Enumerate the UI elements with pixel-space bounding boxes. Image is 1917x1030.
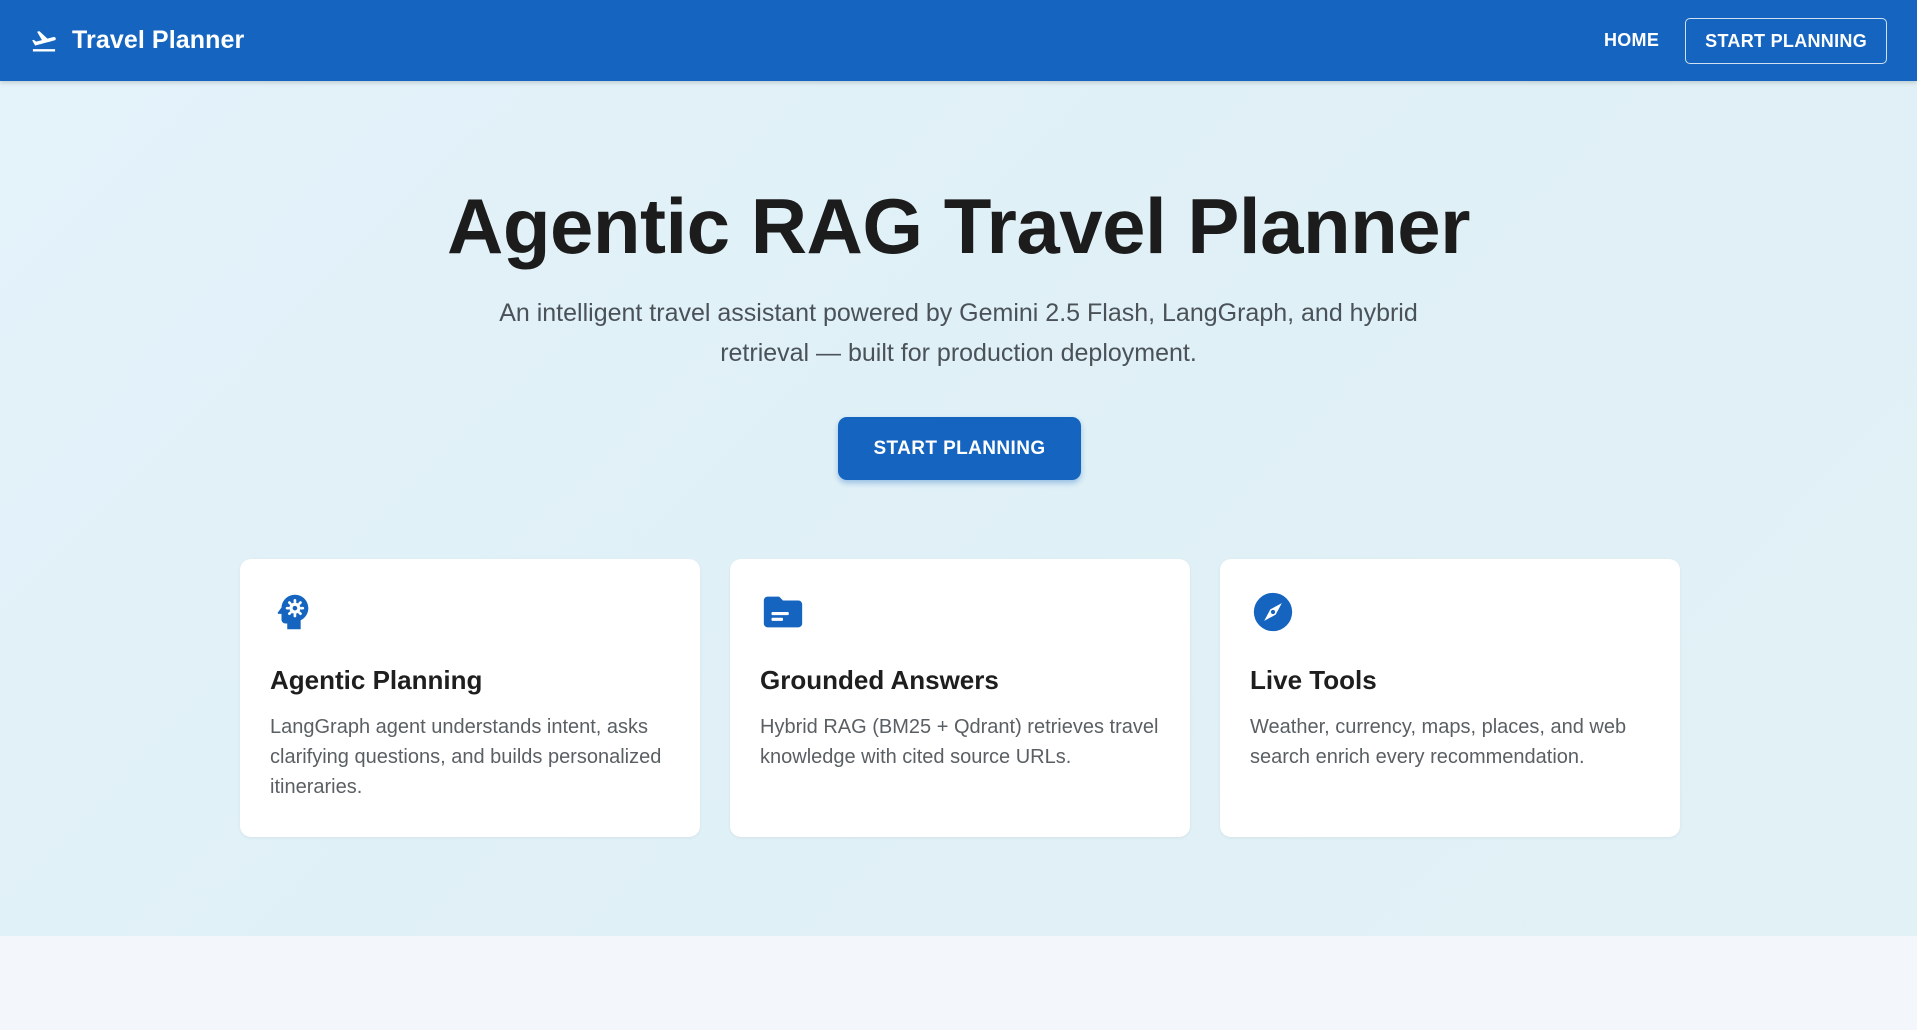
psychology-icon xyxy=(277,594,309,630)
card-description: Weather, currency, maps, places, and web… xyxy=(1250,716,1627,768)
folder-icon xyxy=(763,596,803,628)
start-planning-button[interactable]: START PLANNING xyxy=(838,417,1081,480)
nav-home-button[interactable]: HOME xyxy=(1592,20,1671,61)
app-bar: Travel Planner HOME START PLANNING xyxy=(0,0,1917,81)
feature-card-agentic-planning: Agentic Planning LangGraph agent underst… xyxy=(240,559,700,837)
card-title: Grounded Answers xyxy=(760,665,999,695)
top-nav: HOME START PLANNING xyxy=(1592,17,1887,64)
brand-link[interactable]: Travel Planner xyxy=(30,26,244,55)
hero-section: Agentic RAG Travel Planner An intelligen… xyxy=(0,81,1917,936)
compass-icon xyxy=(1253,592,1293,632)
feature-card-grounded-answers: Grounded Answers Hybrid RAG (BM25 + Qdra… xyxy=(730,559,1190,837)
hero-subtitle: An intelligent travel assistant powered … xyxy=(499,299,1418,367)
app-title: Travel Planner xyxy=(72,26,245,54)
card-description: LangGraph agent understands intent, asks… xyxy=(270,716,662,798)
card-description: Hybrid RAG (BM25 + Qdrant) retrieves tra… xyxy=(760,716,1159,768)
hero-title: Agentic RAG Travel Planner xyxy=(447,182,1470,270)
flight-takeoff-icon xyxy=(32,30,56,51)
feature-cards: Agentic Planning LangGraph agent underst… xyxy=(240,559,1680,837)
page-background xyxy=(0,936,1917,1030)
card-title: Live Tools xyxy=(1250,665,1377,695)
feature-card-live-tools: Live Tools Weather, currency, maps, plac… xyxy=(1220,559,1680,837)
card-title: Agentic Planning xyxy=(270,665,483,695)
nav-start-planning-button[interactable]: START PLANNING xyxy=(1685,17,1887,64)
